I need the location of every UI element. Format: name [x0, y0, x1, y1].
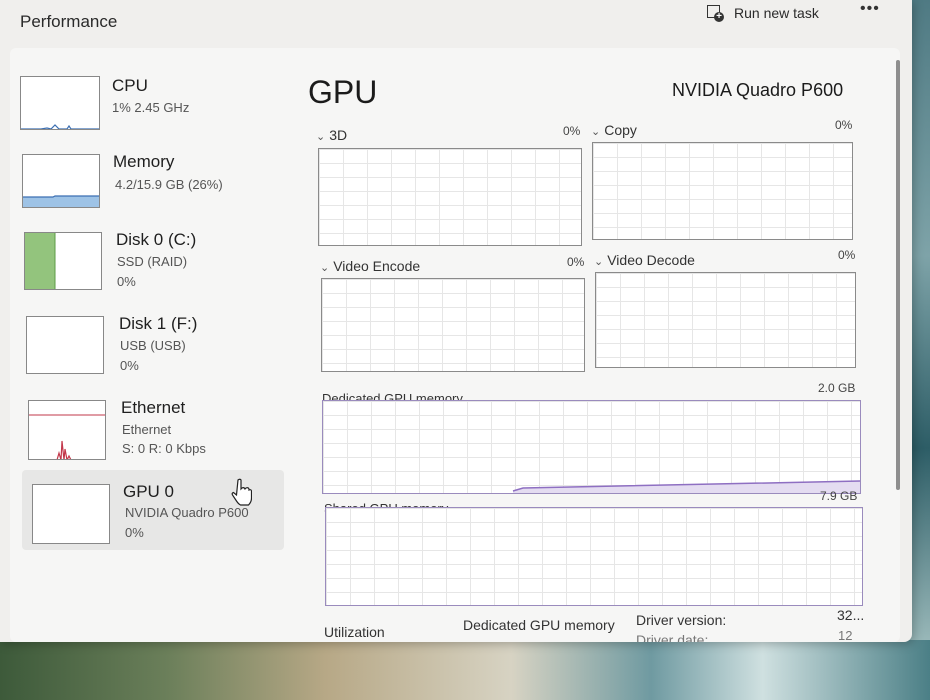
engine-percent: 0% — [563, 124, 581, 138]
engine-percent: 0% — [835, 118, 853, 132]
sidebar-item-detail: USB (USB) — [120, 338, 186, 353]
run-task-icon: + — [706, 4, 724, 22]
page-title: Performance — [20, 12, 118, 31]
shared-memory-graph — [325, 507, 863, 606]
disk-0-thumbnail-graph — [24, 232, 102, 290]
engine-selector-3d[interactable]: ⌄ 3D — [316, 127, 347, 143]
driver-date-label: Driver date: — [636, 632, 709, 642]
engine-graph-3d — [318, 148, 582, 246]
sidebar-item-label: GPU 0 — [123, 482, 175, 501]
sidebar-item-cpu[interactable]: CPU 1% 2.45 GHz — [18, 72, 278, 138]
sidebar-item-usage: 0% — [125, 525, 144, 540]
sidebar-item-usage: 0% — [120, 358, 139, 373]
chevron-down-icon: ⌄ — [316, 131, 326, 143]
chevron-down-icon: ⌄ — [320, 262, 330, 274]
sidebar-item-throughput: S: 0 R: 0 Kbps — [122, 441, 206, 456]
engine-graph-copy — [592, 142, 853, 240]
sidebar-item-detail: SSD (RAID) — [117, 254, 188, 269]
engine-label: Video Encode — [333, 258, 421, 274]
dedicated-memory-stat-label: Dedicated GPU memory — [463, 617, 615, 633]
chevron-down-icon: ⌄ — [594, 256, 604, 268]
task-manager-window: Performance + Run new task ••• CPU 1% 2.… — [0, 0, 912, 642]
more-options-icon[interactable]: ••• — [860, 0, 880, 18]
engine-percent: 0% — [838, 248, 856, 262]
sidebar-item-detail: NVIDIA Quadro P600 — [125, 505, 249, 520]
driver-version-label: Driver version: — [636, 612, 727, 628]
sidebar-item-label: Disk 1 (F:) — [119, 314, 198, 333]
engine-label: 3D — [329, 127, 348, 143]
sidebar-item-disk-0[interactable]: Disk 0 (C:) SSD (RAID) 0% — [22, 228, 282, 300]
sidebar-item-detail: 1% 2.45 GHz — [112, 100, 190, 115]
dedicated-memory-max: 2.0 GB — [818, 381, 856, 395]
cpu-thumbnail-graph — [20, 76, 100, 130]
sidebar-item-ethernet[interactable]: Ethernet Ethernet S: 0 R: 0 Kbps — [26, 396, 286, 468]
driver-version-value: 32... — [837, 607, 865, 623]
vertical-scrollbar[interactable] — [896, 60, 900, 490]
sidebar-item-label: Memory — [113, 152, 175, 171]
run-new-task-label: Run new task — [734, 5, 819, 21]
sidebar-item-disk-1[interactable]: Disk 1 (F:) USB (USB) 0% — [24, 312, 284, 384]
sidebar-item-usage: 0% — [117, 274, 136, 289]
sidebar-item-memory[interactable]: Memory 4.2/15.9 GB (26%) — [20, 150, 280, 216]
engine-percent: 0% — [567, 255, 585, 269]
hand-cursor-icon — [231, 478, 252, 506]
engine-graph-video-encode — [321, 278, 585, 372]
ethernet-thumbnail-graph — [28, 400, 106, 460]
dedicated-memory-graph — [322, 400, 861, 494]
sidebar-item-detail: Ethernet — [122, 422, 172, 437]
sidebar-item-label: CPU — [112, 76, 148, 95]
sidebar-item-label: Disk 0 (C:) — [116, 230, 197, 249]
sidebar-item-detail: 4.2/15.9 GB (26%) — [115, 177, 223, 192]
engine-selector-copy[interactable]: ⌄ Copy — [591, 122, 637, 138]
desktop-wallpaper-bottom — [0, 640, 930, 700]
engine-selector-video-encode[interactable]: ⌄ Video Encode — [320, 258, 420, 274]
shared-memory-max: 7.9 GB — [820, 489, 858, 503]
run-new-task-button[interactable]: + Run new task — [706, 4, 819, 22]
disk-1-thumbnail-graph — [26, 316, 104, 374]
memory-thumbnail-graph — [22, 154, 100, 208]
driver-date-value: 12 — [838, 628, 853, 642]
utilization-stat-label: Utilization — [324, 624, 385, 640]
engine-label: Video Decode — [607, 252, 695, 268]
engine-selector-video-decode[interactable]: ⌄ Video Decode — [594, 252, 695, 268]
gpu-0-thumbnail-graph — [32, 484, 110, 544]
chevron-down-icon: ⌄ — [591, 126, 601, 138]
gpu-heading: GPU — [308, 74, 378, 110]
engine-label: Copy — [604, 122, 637, 138]
engine-graph-video-decode — [595, 272, 856, 368]
gpu-model-name: NVIDIA Quadro P600 — [672, 80, 844, 100]
sidebar-item-label: Ethernet — [121, 398, 186, 417]
